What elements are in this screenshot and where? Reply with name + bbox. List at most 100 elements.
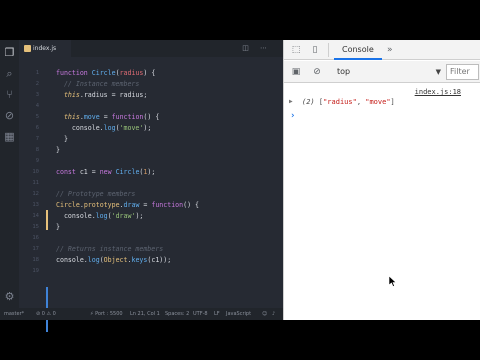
log-comma: , bbox=[356, 98, 366, 106]
status-bar: master* ⊘ 0 ⚠ 0 ⚡ Port : 5500 Ln 21, Col… bbox=[0, 308, 283, 320]
code-text: const c1 = new Circle(1); bbox=[56, 168, 156, 176]
code-line: 1 function Circle(radius) { bbox=[19, 68, 283, 79]
expand-arrow-icon[interactable]: ▶ bbox=[289, 98, 293, 105]
console-toolbar: ▣ ⊘ top ▼ Filter bbox=[284, 61, 480, 83]
line-number: 8 bbox=[35, 147, 39, 153]
source-control-icon[interactable]: ⑂ bbox=[3, 88, 16, 101]
code-text: Circle.prototype.draw = function() { bbox=[56, 201, 199, 209]
code-line: 13 Circle.prototype.draw = function() { bbox=[19, 200, 283, 211]
code-line: 10 const c1 = new Circle(1); bbox=[19, 167, 283, 178]
code-editor: ❐ ⌕ ⑂ ⊘ ▦ ⚙ index.js ◫ ⋯ 1 function Circ… bbox=[0, 40, 283, 332]
settings-gear-icon[interactable]: ⚙ bbox=[3, 290, 16, 303]
code-line: 2 // Instance members bbox=[19, 79, 283, 90]
line-number: 17 bbox=[32, 246, 39, 252]
code-line: 17 // Returns instance members bbox=[19, 244, 283, 255]
log-bracket-close: ] bbox=[390, 98, 395, 106]
code-comment: // Prototype members bbox=[56, 190, 136, 198]
line-number: 1 bbox=[35, 70, 39, 76]
code-comment: // Instance members bbox=[56, 80, 140, 88]
line-number: 6 bbox=[35, 125, 39, 131]
line-number: 14 bbox=[32, 213, 39, 219]
code-line: 6 console.log('move'); bbox=[19, 123, 283, 134]
activity-bar: ❐ ⌕ ⑂ ⊘ ▦ ⚙ bbox=[0, 40, 19, 308]
clear-console-icon[interactable]: ⊘ bbox=[311, 66, 323, 78]
tab-index-js[interactable]: index.js bbox=[19, 40, 71, 57]
devtools-panel: ⬚ ▯ Console » ▣ ⊘ top ▼ Filter index.js:… bbox=[283, 40, 480, 320]
line-number: 2 bbox=[35, 81, 39, 87]
sidebar-toggle-icon[interactable]: ▣ bbox=[290, 66, 302, 78]
line-number: 19 bbox=[32, 268, 39, 274]
line-number: 12 bbox=[32, 191, 39, 197]
devtools-tab-bar: ⬚ ▯ Console » bbox=[284, 40, 480, 60]
code-line: 5 this.move = function() { bbox=[19, 112, 283, 123]
log-item: "move" bbox=[365, 98, 391, 106]
git-branch[interactable]: master* bbox=[4, 308, 24, 320]
split-editor-icon[interactable]: ◫ bbox=[241, 44, 250, 53]
log-count: (2) bbox=[302, 98, 315, 106]
filter-input[interactable]: Filter bbox=[446, 64, 479, 80]
tab-label: index.js bbox=[33, 45, 57, 52]
code-text: } bbox=[56, 146, 60, 154]
editor-tab-bar: index.js ◫ ⋯ bbox=[19, 40, 283, 57]
code-line: 11 bbox=[19, 178, 283, 189]
code-line: 18 console.log(Object.keys(c1)); bbox=[19, 255, 283, 266]
tab-console[interactable]: Console bbox=[334, 40, 382, 60]
line-number: 16 bbox=[32, 235, 39, 241]
log-item: "radius" bbox=[323, 98, 357, 106]
line-number: 10 bbox=[32, 169, 39, 175]
console-prompt[interactable]: › bbox=[290, 111, 295, 121]
code-line: 15 } bbox=[19, 222, 283, 233]
code-line: 3 this.radius = radius; bbox=[19, 90, 283, 101]
extensions-icon[interactable]: ▦ bbox=[3, 130, 16, 143]
log-bracket-open: [ bbox=[314, 98, 324, 106]
smiley-icon[interactable]: ☺ bbox=[262, 308, 267, 320]
encoding[interactable]: UTF-8 bbox=[193, 308, 208, 320]
indentation[interactable]: Spaces: 2 bbox=[165, 308, 189, 320]
code-line: 19 bbox=[19, 266, 283, 277]
context-value: top bbox=[337, 67, 351, 76]
line-number: 18 bbox=[32, 257, 39, 263]
dropdown-caret-icon: ▼ bbox=[435, 68, 441, 76]
cursor-position[interactable]: Ln 21, Col 1 bbox=[130, 308, 160, 320]
line-number: 11 bbox=[32, 180, 39, 186]
line-number: 3 bbox=[35, 92, 39, 98]
log-source-link[interactable]: index.js:18 bbox=[415, 88, 461, 96]
code-text: console.log('move'); bbox=[56, 124, 152, 132]
context-selector[interactable]: top ▼ bbox=[337, 65, 441, 79]
code-text: } bbox=[56, 135, 68, 143]
mouse-cursor-icon bbox=[389, 276, 397, 287]
code-text: console.log('draw'); bbox=[56, 212, 144, 220]
code-line: 14 console.log('draw'); bbox=[19, 211, 283, 222]
code-line: 7 } bbox=[19, 134, 283, 145]
line-number: 5 bbox=[35, 114, 39, 120]
language-mode[interactable]: JavaScript bbox=[226, 308, 251, 320]
line-number: 13 bbox=[32, 202, 39, 208]
device-toolbar-icon[interactable]: ▯ bbox=[309, 45, 321, 56]
code-text: } bbox=[56, 223, 60, 231]
code-text: console.log(Object.keys(c1)); bbox=[56, 256, 172, 264]
end-of-line[interactable]: LF bbox=[214, 308, 220, 320]
line-number: 7 bbox=[35, 136, 39, 142]
code-line: 16 bbox=[19, 233, 283, 244]
code-line: 4 bbox=[19, 101, 283, 112]
code-text: function Circle(radius) { bbox=[56, 69, 156, 77]
problems-count[interactable]: ⊘ 0 ⚠ 0 bbox=[36, 308, 56, 320]
code-text: this.move = function() { bbox=[63, 113, 160, 121]
debug-icon[interactable]: ⊘ bbox=[3, 109, 16, 122]
code-area[interactable]: 1 function Circle(radius) { 2 // Instanc… bbox=[19, 58, 283, 332]
log-entry[interactable]: ▶ (2) ["radius", "move"] bbox=[289, 98, 395, 106]
js-file-icon bbox=[24, 45, 31, 52]
search-icon[interactable]: ⌕ bbox=[3, 67, 16, 80]
inspect-element-icon[interactable]: ⬚ bbox=[290, 45, 302, 56]
line-number: 9 bbox=[35, 158, 39, 164]
live-server-port[interactable]: ⚡ Port : 5500 bbox=[90, 308, 123, 320]
screen: ❐ ⌕ ⑂ ⊘ ▦ ⚙ index.js ◫ ⋯ 1 function Circ… bbox=[0, 40, 480, 332]
line-number: 4 bbox=[35, 103, 39, 109]
code-line: 8 } bbox=[19, 145, 283, 156]
code-comment: // Returns instance members bbox=[56, 245, 164, 253]
more-tabs-button[interactable]: » bbox=[387, 43, 393, 57]
files-icon[interactable]: ❐ bbox=[3, 46, 16, 59]
more-actions-icon[interactable]: ⋯ bbox=[259, 44, 268, 53]
line-number: 15 bbox=[32, 224, 39, 230]
bell-icon[interactable]: ♪ bbox=[272, 308, 275, 320]
